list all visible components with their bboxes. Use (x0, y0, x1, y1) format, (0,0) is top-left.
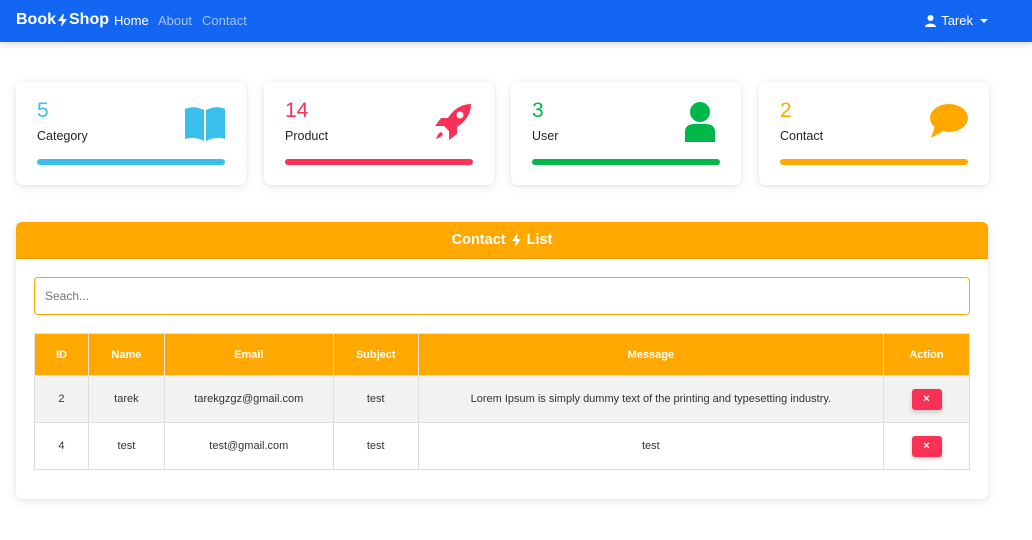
table-row: 2 tarek tarekgzgz@gmail.com test Lorem I… (34, 375, 970, 423)
stat-progress-bar (780, 159, 968, 165)
column-header-email: Email (163, 333, 334, 376)
chevron-down-icon (980, 18, 988, 23)
table-row: 4 test test@gmail.com test test × (34, 422, 970, 470)
cell-action: × (883, 375, 970, 423)
brand-text-book: Book (16, 11, 56, 28)
delete-button[interactable]: × (911, 435, 942, 457)
stat-card-contact: 2 Contact (759, 82, 989, 185)
brand-text-shop: Shop (69, 11, 109, 28)
contact-list-panel: Contact List ID Name Email Subject Messa… (16, 222, 988, 499)
stat-progress-bar (37, 159, 225, 165)
navbar: Book Shop Home About Contact Tarek (0, 0, 1032, 42)
table-header-row: ID Name Email Subject Message Action (34, 333, 970, 376)
cell-action: × (883, 422, 970, 470)
cell-name: test (87, 422, 165, 470)
stat-count: 14 (285, 99, 309, 122)
search-input[interactable] (34, 277, 970, 315)
stat-label: Product (285, 129, 329, 143)
stat-progress-bar (532, 159, 720, 165)
panel-title-right: List (526, 232, 553, 248)
comment-icon (930, 104, 968, 138)
stat-progress-bar (285, 159, 473, 165)
cell-message: Lorem Ipsum is simply dummy text of the … (417, 375, 885, 423)
stat-count: 2 (780, 99, 792, 122)
stat-count: 5 (37, 99, 49, 122)
brand-logo[interactable]: Book Shop (16, 11, 109, 29)
panel-title-left: Contact (451, 232, 506, 248)
rocket-icon (435, 104, 471, 140)
bolt-icon (511, 233, 521, 247)
column-header-action: Action (883, 333, 970, 376)
stat-label: Contact (780, 129, 824, 143)
column-header-subject: Subject (332, 333, 419, 376)
user-icon (685, 102, 715, 142)
contact-table: ID Name Email Subject Message Action 2 t… (34, 333, 970, 470)
stat-label: User (532, 129, 559, 143)
column-header-name: Name (87, 333, 165, 376)
bolt-icon (58, 13, 67, 27)
cell-message: test (417, 422, 885, 470)
cell-email: test@gmail.com (163, 422, 334, 470)
user-icon (925, 14, 937, 27)
user-name: Tarek (941, 13, 973, 28)
cell-email: tarekgzgz@gmail.com (163, 375, 334, 423)
column-header-id: ID (34, 333, 89, 376)
stat-card-category: 5 Category (16, 82, 246, 185)
stat-card-user: 3 User (511, 82, 741, 185)
cell-subject: test (332, 375, 419, 423)
stat-count: 3 (532, 99, 544, 122)
cell-id: 2 (34, 375, 89, 423)
column-header-message: Message (417, 333, 885, 376)
stat-card-product: 14 Product (264, 82, 494, 185)
delete-button[interactable]: × (911, 388, 942, 410)
book-open-icon (185, 107, 225, 141)
cell-id: 4 (34, 422, 89, 470)
panel-header: Contact List (16, 222, 988, 259)
nav-link-about[interactable]: About (158, 13, 192, 28)
user-dropdown[interactable]: Tarek (925, 13, 988, 28)
nav-link-contact[interactable]: Contact (202, 13, 247, 28)
stat-label: Category (37, 129, 88, 143)
cell-subject: test (332, 422, 419, 470)
cell-name: tarek (87, 375, 165, 423)
nav-link-home[interactable]: Home (114, 13, 149, 28)
